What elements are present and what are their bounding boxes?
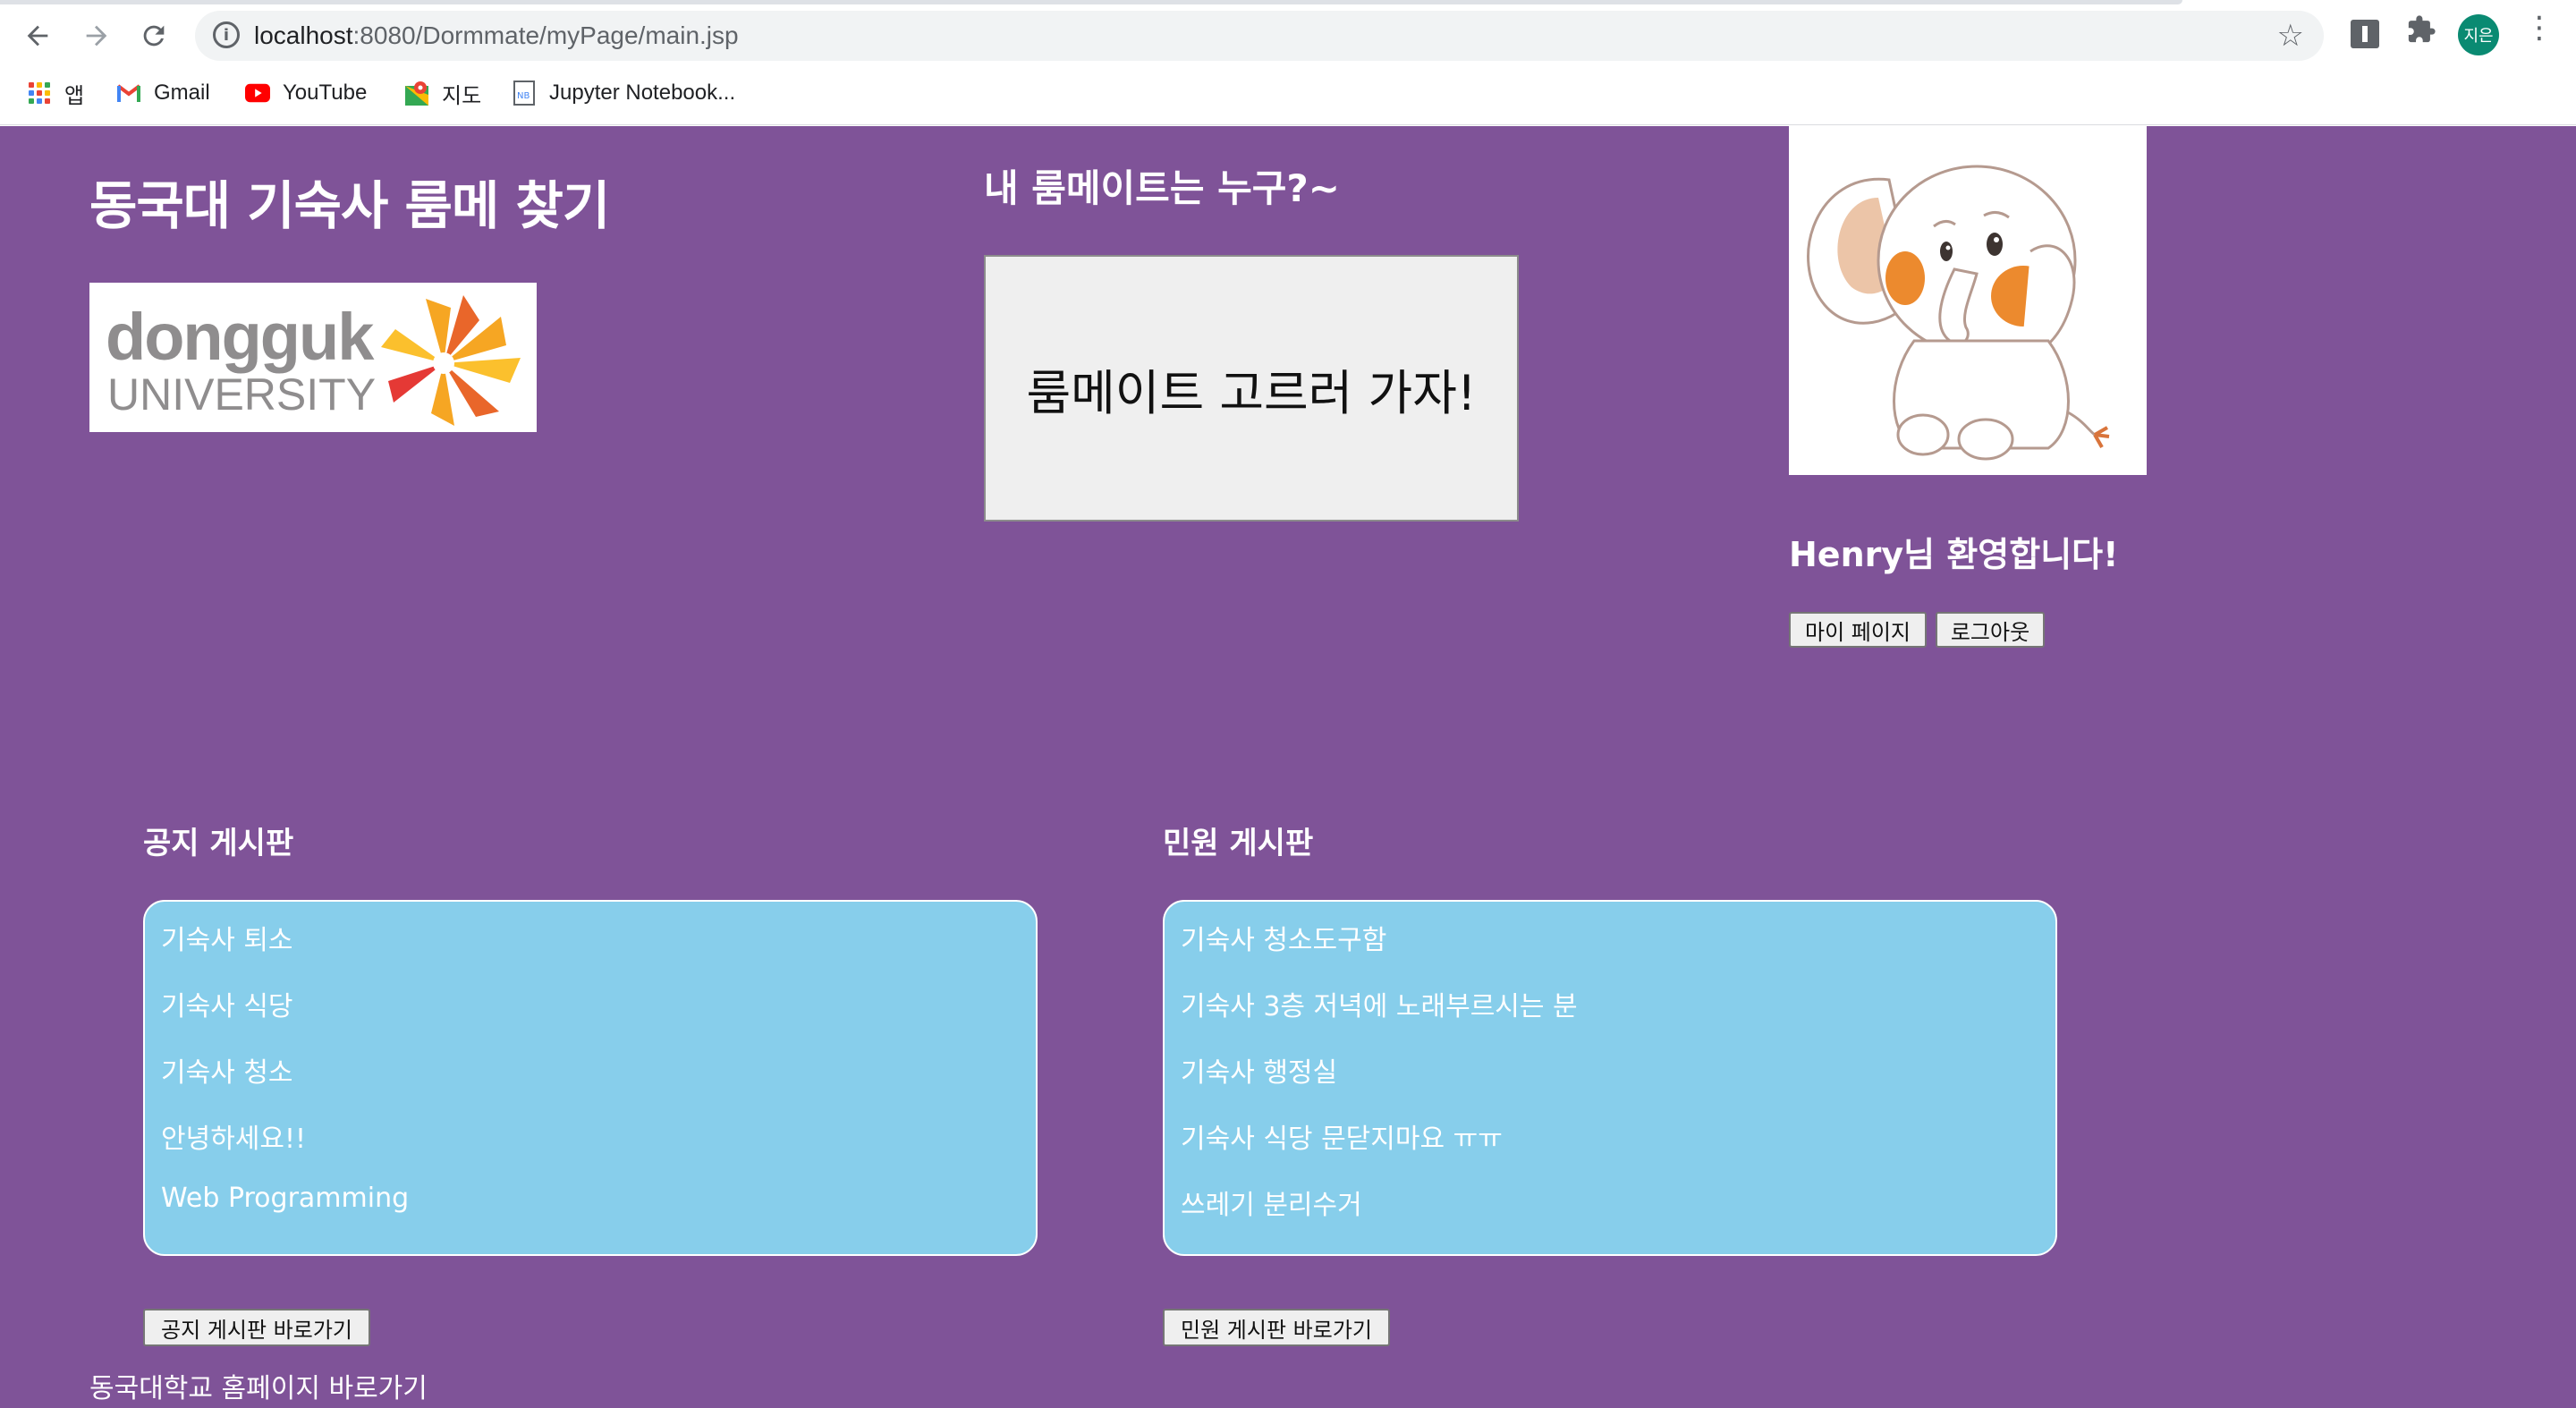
dongguk-logo[interactable]: dongguk UNIVERSITY xyxy=(89,283,537,432)
notice-item[interactable]: 기숙사 퇴소 xyxy=(145,918,1036,984)
forward-arrow-icon[interactable] xyxy=(77,16,116,55)
maps-icon xyxy=(404,81,429,106)
complaint-item[interactable]: 기숙사 식당 문닫지마요 ㅠㅠ xyxy=(1165,1116,2055,1183)
browser-menu-icon[interactable]: ⋮ xyxy=(2524,13,2555,43)
notice-item[interactable]: 기숙사 식당 xyxy=(145,984,1036,1050)
profile-initials: 지은 xyxy=(2463,27,2494,46)
bookmark-maps[interactable]: 지도 xyxy=(404,75,481,111)
svg-text:NB: NB xyxy=(517,91,530,101)
bookmark-label: Jupyter Notebook... xyxy=(549,81,736,105)
my-page-button[interactable]: 마이 페이지 xyxy=(1789,612,1927,648)
tab-strip-edge xyxy=(0,0,2182,4)
complaint-board-list: 기숙사 청소도구함 기숙사 3층 저녁에 노래부르시는 분 기숙사 행정실 기숙… xyxy=(1163,900,2057,1256)
youtube-icon xyxy=(245,81,270,106)
browser-chrome: i localhost:8080/Dormmate/myPage/main.js… xyxy=(0,0,2576,125)
dongguk-homepage-link[interactable]: 동국대학교 홈페이지 바로가기 xyxy=(89,1366,428,1405)
bookmark-label: YouTube xyxy=(283,81,368,105)
profile-avatar[interactable]: 지은 xyxy=(2458,14,2499,55)
bookmark-gmail[interactable]: Gmail xyxy=(116,75,210,111)
extension-icon[interactable] xyxy=(2351,20,2379,48)
jupyter-icon: NB xyxy=(512,81,537,106)
complaint-item[interactable]: 기숙사 행정실 xyxy=(1165,1050,2055,1116)
logout-button[interactable]: 로그아웃 xyxy=(1936,612,2045,648)
notice-item[interactable]: 안녕하세요!! xyxy=(145,1116,1036,1183)
bookmark-jupyter[interactable]: NB Jupyter Notebook... xyxy=(512,75,735,111)
logo-word-university: UNIVERSITY xyxy=(107,369,377,420)
address-bar[interactable]: i localhost:8080/Dormmate/myPage/main.js… xyxy=(195,11,2324,61)
complaint-item[interactable]: 기숙사 3층 저녁에 노래부르시는 분 xyxy=(1165,984,2055,1050)
notice-board-link-button[interactable]: 공지 게시판 바로가기 xyxy=(143,1309,370,1346)
url-path: :8080/Dormmate/myPage/main.jsp xyxy=(352,21,739,49)
user-name: Henry xyxy=(1789,535,1904,574)
logo-word-dongguk: dongguk xyxy=(106,300,374,374)
complaint-item[interactable]: 기숙사 청소도구함 xyxy=(1165,918,2055,984)
bookmarks-bar: 앱 Gmail YouTube 지도 NB Jupyter Notebook..… xyxy=(0,75,2576,111)
notice-item[interactable]: 기숙사 청소 xyxy=(145,1050,1036,1116)
bookmark-label: Gmail xyxy=(154,81,210,105)
bookmark-youtube[interactable]: YouTube xyxy=(245,75,367,111)
logo-flame-icon xyxy=(381,295,521,426)
bookmark-label: 지도 xyxy=(442,83,482,108)
notice-item[interactable]: Web Programming xyxy=(145,1183,1036,1249)
elephant-mascot-image xyxy=(1789,126,2147,475)
find-roommate-button[interactable]: 룸메이트 고르러 가자! xyxy=(984,255,1519,522)
gmail-icon xyxy=(116,81,141,106)
bookmark-star-icon[interactable]: ☆ xyxy=(2277,18,2304,54)
extensions-puzzle-icon[interactable] xyxy=(2406,14,2436,43)
bookmark-apps[interactable]: 앱 xyxy=(27,75,84,111)
url-text[interactable]: localhost:8080/Dormmate/myPage/main.jsp xyxy=(254,21,739,50)
bookmark-label: 앱 xyxy=(64,83,85,108)
url-host: localhost xyxy=(254,21,353,49)
notice-board-title: 공지 게시판 xyxy=(143,826,294,861)
roommate-heading: 내 룸메이트는 누구?~ xyxy=(984,166,1340,210)
welcome-message: Henry님 환영합니다! xyxy=(1789,527,2118,576)
apps-grid-icon xyxy=(27,81,52,106)
back-arrow-icon[interactable] xyxy=(18,16,57,55)
welcome-suffix: 님 환영합니다! xyxy=(1903,535,2119,574)
complaint-board-title: 민원 게시판 xyxy=(1163,826,1314,861)
page-content: 동국대 기숙사 룸메 찾기 dongguk UNIVERSITY 내 룸메이트는… xyxy=(0,126,2576,1408)
complaint-board-link-button[interactable]: 민원 게시판 바로가기 xyxy=(1163,1309,1390,1346)
site-title: 동국대 기숙사 룸메 찾기 xyxy=(89,175,610,236)
reload-icon[interactable] xyxy=(134,16,174,55)
notice-board-list: 기숙사 퇴소 기숙사 식당 기숙사 청소 안녕하세요!! Web Program… xyxy=(143,900,1038,1256)
site-info-icon[interactable]: i xyxy=(213,21,240,48)
complaint-item[interactable]: 쓰레기 분리수거 xyxy=(1165,1183,2055,1249)
